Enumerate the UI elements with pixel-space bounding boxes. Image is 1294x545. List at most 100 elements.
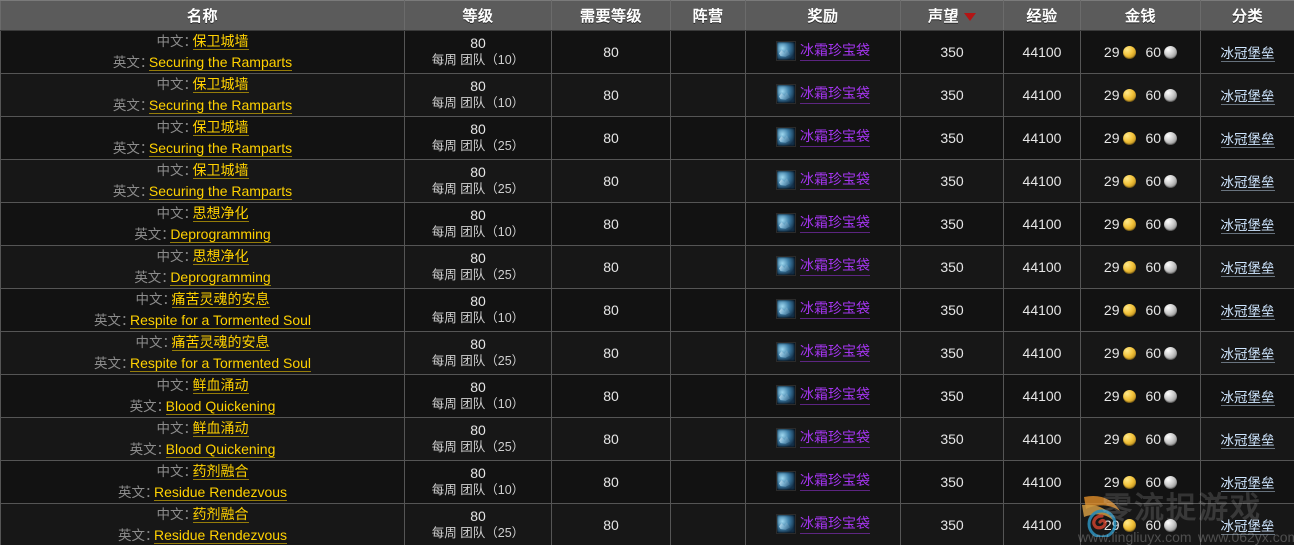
reward-item-link[interactable]: 冰霜珍宝袋 xyxy=(800,298,870,319)
reward-wrap: 冰霜珍宝袋 xyxy=(776,255,870,276)
reward-item-link[interactable]: 冰霜珍宝袋 xyxy=(800,126,870,147)
required-level-value: 80 xyxy=(603,517,619,533)
category-link[interactable]: 冰冠堡垒 xyxy=(1221,132,1275,148)
quest-link-cn[interactable]: 思想净化 xyxy=(193,205,249,222)
required-level-value: 80 xyxy=(603,388,619,404)
table-row[interactable]: 中文：思想净化英文：Deprogramming80每周 团队（10）80冰霜珍宝… xyxy=(1,203,1294,246)
table-row[interactable]: 中文：鲜血涌动英文：Blood Quickening80每周 团队（25）80冰… xyxy=(1,418,1294,461)
reward-item-link[interactable]: 冰霜珍宝袋 xyxy=(800,212,870,233)
column-header-category[interactable]: 分类 xyxy=(1201,1,1294,31)
quest-link-en[interactable]: Securing the Ramparts xyxy=(149,97,292,114)
reward-item-link[interactable]: 冰霜珍宝袋 xyxy=(800,255,870,276)
quest-link-en[interactable]: Respite for a Tormented Soul xyxy=(130,355,311,372)
category-link[interactable]: 冰冠堡垒 xyxy=(1221,433,1275,449)
quest-link-cn[interactable]: 思想净化 xyxy=(193,248,249,265)
column-header-faction[interactable]: 阵营 xyxy=(671,1,746,31)
quest-link-cn[interactable]: 保卫城墙 xyxy=(193,162,249,179)
category-link[interactable]: 冰冠堡垒 xyxy=(1221,218,1275,234)
reward-item-link[interactable]: 冰霜珍宝袋 xyxy=(800,470,870,491)
category-link[interactable]: 冰冠堡垒 xyxy=(1221,476,1275,492)
quest-link-en[interactable]: Deprogramming xyxy=(170,226,270,243)
quest-link-en[interactable]: Securing the Ramparts xyxy=(149,54,292,71)
reward-item-link[interactable]: 冰霜珍宝袋 xyxy=(800,427,870,448)
silver-amount: 60 xyxy=(1146,517,1162,533)
quest-link-cn[interactable]: 鲜血涌动 xyxy=(193,420,249,437)
category-link[interactable]: 冰冠堡垒 xyxy=(1221,390,1275,406)
quest-name-cn-line: 中文：药剂融合 xyxy=(1,504,404,525)
quest-link-cn[interactable]: 鲜血涌动 xyxy=(193,377,249,394)
quest-link-en[interactable]: Blood Quickening xyxy=(166,398,276,415)
quest-level-value: 80 xyxy=(405,78,551,95)
quest-link-en[interactable]: Securing the Ramparts xyxy=(149,183,292,200)
frost-bag-item-icon xyxy=(776,385,796,405)
quest-link-en[interactable]: Securing the Ramparts xyxy=(149,140,292,157)
label-english: 英文： xyxy=(113,95,149,116)
quest-link-cn[interactable]: 药剂融合 xyxy=(193,506,249,523)
faction-cell xyxy=(671,461,746,504)
table-row[interactable]: 中文：药剂融合英文：Residue Rendezvous80每周 团队（10）8… xyxy=(1,461,1294,504)
table-row[interactable]: 中文：思想净化英文：Deprogramming80每周 团队（25）80冰霜珍宝… xyxy=(1,246,1294,289)
quest-name-en-line: 英文：Blood Quickening xyxy=(1,439,404,460)
required-level-cell: 80 xyxy=(552,289,671,332)
quest-name-en-line: 英文：Respite for a Tormented Soul xyxy=(1,353,404,374)
table-row[interactable]: 中文：痛苦灵魂的安息英文：Respite for a Tormented Sou… xyxy=(1,289,1294,332)
column-header-reward[interactable]: 奖励 xyxy=(746,1,901,31)
reward-item-link[interactable]: 冰霜珍宝袋 xyxy=(800,384,870,405)
reward-wrap: 冰霜珍宝袋 xyxy=(776,40,870,61)
quest-link-cn[interactable]: 保卫城墙 xyxy=(193,76,249,93)
table-row[interactable]: 中文：保卫城墙英文：Securing the Ramparts80每周 团队（1… xyxy=(1,74,1294,117)
reward-cell: 冰霜珍宝袋 xyxy=(746,160,901,203)
category-link[interactable]: 冰冠堡垒 xyxy=(1221,519,1275,535)
table-row[interactable]: 中文：保卫城墙英文：Securing the Ramparts80每周 团队（1… xyxy=(1,31,1294,74)
quest-name-en-line: 英文：Residue Rendezvous xyxy=(1,525,404,545)
quest-link-cn[interactable]: 痛苦灵魂的安息 xyxy=(172,334,270,351)
category-link[interactable]: 冰冠堡垒 xyxy=(1221,46,1275,62)
table-row[interactable]: 中文：痛苦灵魂的安息英文：Respite for a Tormented Sou… xyxy=(1,332,1294,375)
quest-link-cn[interactable]: 痛苦灵魂的安息 xyxy=(172,291,270,308)
table-row[interactable]: 中文：保卫城墙英文：Securing the Ramparts80每周 团队（2… xyxy=(1,117,1294,160)
column-header-money[interactable]: 金钱 xyxy=(1081,1,1201,31)
category-link[interactable]: 冰冠堡垒 xyxy=(1221,175,1275,191)
column-header-reputation[interactable]: 声望 xyxy=(901,1,1004,31)
experience-value: 44100 xyxy=(1023,259,1062,275)
quest-link-en[interactable]: Deprogramming xyxy=(170,269,270,286)
category-link[interactable]: 冰冠堡垒 xyxy=(1221,261,1275,277)
quest-link-cn[interactable]: 保卫城墙 xyxy=(193,119,249,136)
quest-link-cn[interactable]: 保卫城墙 xyxy=(193,33,249,50)
quest-level-value: 80 xyxy=(405,465,551,482)
experience-cell: 44100 xyxy=(1004,332,1081,375)
quest-link-en[interactable]: Residue Rendezvous xyxy=(154,527,287,544)
required-level-value: 80 xyxy=(603,431,619,447)
category-link[interactable]: 冰冠堡垒 xyxy=(1221,304,1275,320)
frost-bag-item-icon xyxy=(776,170,796,190)
column-header-required-level[interactable]: 需要等级 xyxy=(552,1,671,31)
quest-link-cn[interactable]: 药剂融合 xyxy=(193,463,249,480)
category-link[interactable]: 冰冠堡垒 xyxy=(1221,89,1275,105)
category-cell: 冰冠堡垒 xyxy=(1201,117,1294,160)
silver-amount: 60 xyxy=(1146,216,1162,232)
table-row[interactable]: 中文：保卫城墙英文：Securing the Ramparts80每周 团队（2… xyxy=(1,160,1294,203)
faction-cell xyxy=(671,504,746,545)
quest-link-en[interactable]: Residue Rendezvous xyxy=(154,484,287,501)
reward-item-link[interactable]: 冰霜珍宝袋 xyxy=(800,513,870,534)
reward-item-link[interactable]: 冰霜珍宝袋 xyxy=(800,83,870,104)
category-link[interactable]: 冰冠堡垒 xyxy=(1221,347,1275,363)
reward-cell: 冰霜珍宝袋 xyxy=(746,375,901,418)
frost-bag-item-icon xyxy=(776,471,796,491)
reward-wrap: 冰霜珍宝袋 xyxy=(776,513,870,534)
reward-item-link[interactable]: 冰霜珍宝袋 xyxy=(800,40,870,61)
column-header-experience[interactable]: 经验 xyxy=(1004,1,1081,31)
reward-cell: 冰霜珍宝袋 xyxy=(746,504,901,545)
experience-cell: 44100 xyxy=(1004,289,1081,332)
table-row[interactable]: 中文：鲜血涌动英文：Blood Quickening80每周 团队（10）80冰… xyxy=(1,375,1294,418)
reward-item-link[interactable]: 冰霜珍宝袋 xyxy=(800,169,870,190)
category-cell: 冰冠堡垒 xyxy=(1201,332,1294,375)
column-header-level[interactable]: 等级 xyxy=(405,1,552,31)
label-english: 英文： xyxy=(134,224,170,245)
quest-level-value: 80 xyxy=(405,508,551,525)
reward-item-link[interactable]: 冰霜珍宝袋 xyxy=(800,341,870,362)
quest-link-en[interactable]: Respite for a Tormented Soul xyxy=(130,312,311,329)
table-row[interactable]: 中文：药剂融合英文：Residue Rendezvous80每周 团队（25）8… xyxy=(1,504,1294,545)
quest-link-en[interactable]: Blood Quickening xyxy=(166,441,276,458)
column-header-name[interactable]: 名称 xyxy=(1,1,405,31)
